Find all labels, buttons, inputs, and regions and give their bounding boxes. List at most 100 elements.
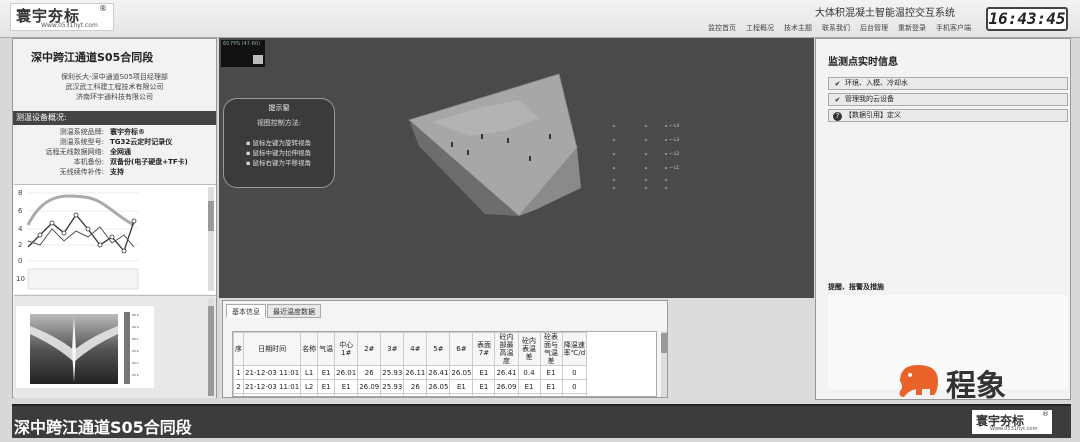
- nav-relogin[interactable]: 重新登录: [898, 23, 926, 33]
- chart-scrollbar[interactable]: [208, 187, 214, 291]
- accordion-label: 管理我的云设备: [845, 95, 894, 103]
- table-header-cell: 2#: [357, 332, 382, 366]
- table-row[interactable]: 321-12-03 11:01L3E1E1E1E1E1E1E1E1E1E1E1E…: [233, 393, 588, 396]
- table-cell: E1: [357, 393, 382, 396]
- table-cell: E1: [517, 379, 541, 394]
- accordion-label: 【数据引用】定义: [845, 111, 901, 119]
- svg-text:— L3: — L3: [669, 137, 680, 142]
- table-header-cell: 名称: [300, 332, 319, 366]
- data-tabs-panel: 基本信息 最近温度数据 序日期时间 名称 气温 中心1# 2# 3# 4# 5# 6# 表面7# 砼…: [222, 300, 668, 398]
- org-line: 保利长大-深中通道S05项目经理部: [61, 73, 168, 81]
- table-cell: 26.41: [426, 365, 451, 380]
- nav-tech[interactable]: 技术主题: [784, 23, 812, 33]
- svg-text:— L4: — L4: [669, 123, 680, 128]
- temperature-heatmap-panel: 26.5 26.3 26.1 25.9 25.7 25.5: [14, 295, 216, 398]
- table-cell: E1: [494, 393, 519, 396]
- accordion-data-reference[interactable]: ? 【数据引用】定义: [828, 109, 1068, 122]
- table-row[interactable]: 1 21-12-03 11:01 L1 E1 26.01 26 25.93 26.11 26.4…: [233, 365, 588, 380]
- table-cell: E1: [334, 379, 359, 394]
- table-cell: 26.09: [357, 379, 382, 394]
- left-panel: 深中跨江通道S05合同段 保利长大-深中通道S05项目经理部 武汉武工科建工程技…: [12, 38, 217, 398]
- table-cell: 26.05: [426, 379, 451, 394]
- table-row[interactable]: 2 21-12-03 11:01 L2 E1 E1 26.09 25.93 26 26.05 E1…: [233, 379, 588, 394]
- project-title: 深中跨江通道S05合同段: [31, 51, 154, 64]
- table-cell: 21-12-03 11:01: [242, 365, 302, 380]
- info-key: 本机备份:: [73, 158, 104, 166]
- info-key: 远程无线数据网络:: [45, 148, 104, 156]
- table-cell: E1: [334, 393, 359, 396]
- nav-mobile[interactable]: 手机客户端: [936, 23, 971, 33]
- table-cell: E1: [517, 393, 541, 396]
- concrete-block-model: — L4 — L3 — L2 — L1: [408, 73, 680, 217]
- nav-admin[interactable]: 后台管理: [860, 23, 888, 33]
- data-panel-area: 基本信息 最近温度数据 序日期时间 名称 气温 中心1# 2# 3# 4# 5# 6# 表面7# 砼…: [219, 298, 814, 400]
- data-table: 序日期时间 名称 气温 中心1# 2# 3# 4# 5# 6# 表面7# 砼内部最高温度 砼内表温差砼…: [232, 331, 657, 397]
- table-cell: L3: [300, 393, 319, 396]
- table-cell: E1: [561, 393, 588, 396]
- table-cell: 21-12-03 11:01: [242, 393, 302, 396]
- y-tick-label: 4: [18, 225, 23, 233]
- table-header-cell: 6#: [449, 332, 474, 366]
- svg-text:25.5: 25.5: [132, 373, 139, 377]
- svg-text:26.3: 26.3: [132, 325, 139, 329]
- y-tick-label: 8: [18, 189, 22, 197]
- check-icon: ✔: [834, 80, 841, 88]
- heatmap-scrollbar[interactable]: [208, 298, 214, 396]
- svg-text:26.1: 26.1: [132, 337, 139, 341]
- table-header-cell: 5#: [426, 332, 451, 366]
- table-cell: 25.93: [380, 365, 405, 380]
- info-row: 测温系统型号: TG32云定时记录仪: [13, 137, 216, 147]
- temperature-table: 序日期时间 名称 气温 中心1# 2# 3# 4# 5# 6# 表面7# 砼内部最高温度 砼内表温差砼…: [233, 332, 588, 396]
- footer-logo-registered-mark: ®: [1042, 410, 1049, 418]
- table-cell: 3: [233, 393, 244, 396]
- 3d-model-viewer[interactable]: 60 FPS (47-60) 提示窗 视图控制方法: 鼠标左键为旋转视角 鼠标中…: [219, 38, 814, 298]
- realtime-info-title: 监测点实时信息: [828, 57, 898, 68]
- info-value: TG32云定时记录仪: [110, 138, 173, 146]
- tab-recent-temperature[interactable]: 最近温度数据: [267, 304, 321, 318]
- svg-text:— L1: — L1: [669, 165, 680, 170]
- y-tick-label: 2: [18, 241, 22, 249]
- table-cell: E1: [539, 365, 563, 380]
- heatmap-image: 26.5 26.3 26.1 25.9 25.7 25.5: [16, 306, 154, 388]
- svg-text:25.9: 25.9: [132, 349, 139, 353]
- watermark-text: 程象: [946, 369, 1006, 404]
- table-cell: 26.09: [494, 379, 519, 394]
- table-cell: E1: [539, 379, 563, 394]
- heatmap-colorbar: [124, 312, 130, 384]
- info-key: 测温系统型号:: [59, 138, 104, 146]
- table-cell: 26: [403, 379, 428, 394]
- alarm-section-title: 提醒、报警及措施: [828, 283, 884, 291]
- svg-text:25.7: 25.7: [132, 361, 139, 365]
- tab-basic-info[interactable]: 基本信息: [226, 304, 266, 318]
- table-header-cell: 序: [233, 332, 244, 366]
- accordion-environment[interactable]: ✔ 环境、入模、冷却水: [828, 77, 1068, 90]
- right-panel: 监测点实时信息 ✔ 环境、入模、冷却水 ✔ 管理我的云设备 ? 【数据引用】定义 提醒…: [815, 38, 1071, 400]
- logo-registered-mark: ®: [99, 4, 107, 13]
- nav-contact[interactable]: 联系我们: [822, 23, 850, 33]
- y-tick-label: 0: [18, 257, 22, 265]
- table-cell: L1: [300, 365, 319, 380]
- digital-clock: 16:43:45: [986, 7, 1068, 31]
- footer-logo: 寰宇夯标 ® Www.0531hyt.com: [972, 410, 1052, 434]
- brand-logo[interactable]: 寰宇夯标 ® Www.0531hyt.com: [10, 3, 114, 31]
- footer-bar: 深中跨江通道S05合同段 寰宇夯标 ® Www.0531hyt.com: [12, 404, 1071, 438]
- check-icon: ✔: [834, 96, 841, 104]
- table-cell: 26: [357, 365, 382, 380]
- line-chart-svg: 8 6 4 2 0 10: [16, 189, 139, 290]
- nav-project[interactable]: 工程概况: [746, 23, 774, 33]
- nav-home[interactable]: 监控首页: [708, 23, 736, 33]
- table-cell: E1: [403, 393, 428, 396]
- table-header-cell: 降温速率℃/d: [561, 332, 588, 366]
- accordion-cloud-devices[interactable]: ✔ 管理我的云设备: [828, 93, 1068, 106]
- table-cell: E1: [472, 379, 496, 394]
- table-cell: 0: [561, 379, 588, 394]
- table-cell: 26.01: [334, 365, 359, 380]
- table-cell: E1: [317, 393, 336, 396]
- info-key: 测温系统品牌:: [59, 128, 104, 136]
- table-scrollbar[interactable]: [661, 331, 667, 397]
- table-cell: 26.11: [403, 365, 428, 380]
- table-cell: E1: [472, 365, 496, 380]
- info-row: 测温系统品牌: 寰宇夯标®: [13, 127, 216, 137]
- table-cell: E1: [426, 393, 451, 396]
- svg-text:— L2: — L2: [669, 151, 680, 156]
